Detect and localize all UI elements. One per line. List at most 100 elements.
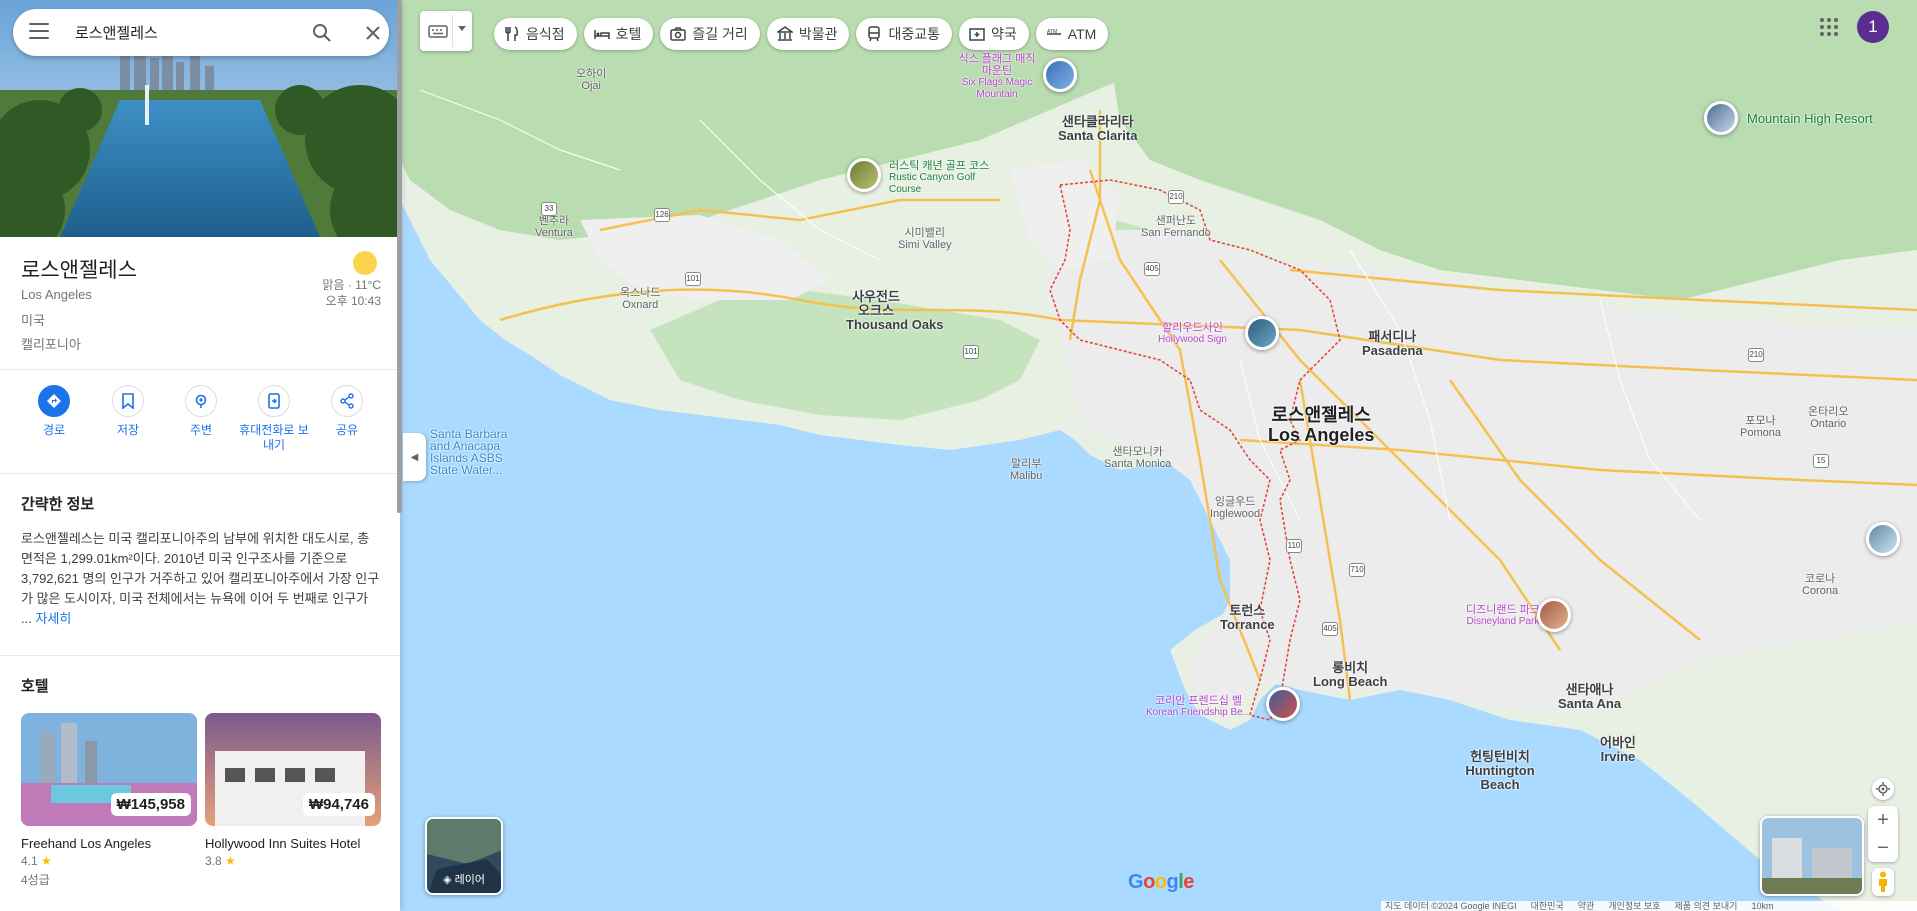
- category-chips: 음식점 호텔 즐길 거리 박물관 대중교통 약국 ATM ATM: [494, 18, 1109, 50]
- nearby-icon: [185, 385, 217, 417]
- keyboard-icon[interactable]: [428, 21, 448, 41]
- street-view-thumbnail[interactable]: [1760, 816, 1864, 896]
- place-country: 미국: [21, 313, 45, 328]
- layers-label: ◈ 레이어: [443, 874, 485, 886]
- edge-photo-pin[interactable]: [1866, 522, 1900, 556]
- route-shield: 126: [654, 208, 670, 222]
- divider: [0, 655, 400, 656]
- share-icon: [331, 385, 363, 417]
- map-label-huntington-beach[interactable]: 헌팅턴비치 Huntington Beach: [1460, 750, 1540, 792]
- chevron-down-icon[interactable]: [458, 26, 466, 31]
- museum-icon: [775, 26, 795, 42]
- route-shield: 710: [1349, 563, 1365, 577]
- map-label-ventura[interactable]: 벤추라 Ventura: [535, 215, 573, 239]
- map-label-pasadena[interactable]: 패서디나 Pasadena: [1362, 330, 1423, 358]
- map-label-pomona[interactable]: 포모나 Pomona: [1740, 415, 1781, 439]
- nearby-button[interactable]: 주변: [164, 385, 238, 438]
- disneyland-photo-pin[interactable]: [1537, 598, 1571, 632]
- route-shield: 405: [1322, 622, 1338, 636]
- map-label-torrance[interactable]: 토런스 Torrance: [1220, 604, 1275, 632]
- transit-icon: [866, 26, 882, 42]
- map-label-ojai[interactable]: 오하이 Ojai: [576, 68, 606, 92]
- poi-disneyland[interactable]: 디즈니랜드 파크 Disneyland Park: [1466, 604, 1540, 628]
- map-label-irvine[interactable]: 어바인 Irvine: [1600, 736, 1636, 764]
- directions-icon: [38, 385, 70, 417]
- map-label-inglewood[interactable]: 잉글우드 Inglewood: [1210, 496, 1260, 520]
- star-icon: ★: [41, 854, 52, 868]
- poi-six-flags[interactable]: 식스 플래그 매직 마운틴 Six Flags Magic Mountain: [952, 53, 1042, 101]
- map-label-simi-valley[interactable]: 시미밸리 Simi Valley: [898, 227, 952, 251]
- poi-rustic-canyon[interactable]: 러스틱 캐년 골프 코스 Rustic Canyon Golf Course: [889, 160, 989, 196]
- map-label-malibu[interactable]: 말리부 Malibu: [1010, 458, 1042, 482]
- hotel-card[interactable]: ₩94,746 Hollywood Inn Suites Hotel 3.8 ★: [205, 713, 381, 868]
- map-label-ontario[interactable]: 온타리오 Ontario: [1808, 406, 1848, 430]
- chip-label: 음식점: [526, 26, 565, 42]
- chip-things-to-do[interactable]: 즐길 거리: [660, 18, 760, 50]
- google-logo: Google: [1128, 871, 1194, 893]
- mountain-high-photo-pin[interactable]: [1704, 101, 1738, 135]
- weather-info: 맑음 · 11°C 오후 10:43: [322, 277, 381, 309]
- send-to-phone-button[interactable]: 휴대전화로 보내기: [237, 385, 311, 453]
- chip-label: ATM: [1067, 26, 1097, 42]
- layers-icon: ◈: [443, 874, 452, 886]
- search-input[interactable]: [75, 21, 275, 43]
- chip-pharmacies[interactable]: 약국: [959, 18, 1029, 50]
- directions-button[interactable]: 경로: [17, 385, 91, 438]
- korean-bell-photo-pin[interactable]: [1266, 687, 1300, 721]
- save-button[interactable]: 저장: [91, 385, 165, 438]
- hotel-rating: 3.8 ★: [205, 854, 236, 868]
- map-label-thousand-oaks[interactable]: 사우전드 오크스 Thousand Oaks: [846, 290, 944, 332]
- sidebar-scrollbar[interactable]: [397, 0, 402, 513]
- pegman-button[interactable]: [1872, 868, 1894, 896]
- rustic-canyon-photo-pin[interactable]: [847, 158, 881, 192]
- map-label-san-fernando[interactable]: 샌퍼난도 San Fernando: [1141, 215, 1211, 239]
- route-shield: 15: [1813, 454, 1829, 468]
- route-shield: 101: [963, 345, 979, 359]
- privacy-link[interactable]: 개인정보 보호: [1608, 901, 1660, 911]
- zoom-in-button[interactable]: +: [1868, 806, 1898, 834]
- close-icon[interactable]: [362, 22, 384, 44]
- hollywood-sign-photo-pin[interactable]: [1245, 316, 1279, 350]
- map-label-santa-clarita[interactable]: 샌타클라리타 Santa Clarita: [1058, 115, 1137, 143]
- apps-grid-icon[interactable]: [1817, 15, 1841, 39]
- map-label-oxnard[interactable]: 옥스나드 Oxnard: [620, 287, 660, 311]
- chip-transit[interactable]: 대중교통: [856, 18, 952, 50]
- share-label: 공유: [335, 423, 359, 437]
- place-name-en: Los Angeles: [21, 287, 92, 302]
- search-box: [13, 9, 389, 56]
- layers-button[interactable]: ◈ 레이어: [425, 817, 503, 895]
- region-link[interactable]: 대한민국: [1531, 901, 1564, 911]
- map-label-long-beach[interactable]: 롱비치 Long Beach: [1313, 661, 1387, 689]
- account-avatar[interactable]: 1: [1857, 11, 1889, 43]
- scale-bar[interactable]: 10km: [1751, 901, 1773, 911]
- zoom-out-button[interactable]: −: [1868, 834, 1898, 862]
- chip-atm[interactable]: ATM ATM: [1035, 18, 1109, 50]
- chip-museums[interactable]: 박물관: [766, 18, 850, 50]
- share-button[interactable]: 공유: [310, 385, 384, 438]
- poi-hollywood-sign[interactable]: 할리우드사인 Hollywood Sign: [1158, 322, 1227, 346]
- map-footer: 지도 데이터 ©2024 Google INEGI 대한민국 약관 개인정보 보…: [1381, 901, 1917, 911]
- six-flags-photo-pin[interactable]: [1043, 58, 1077, 92]
- poi-korean-bell[interactable]: 코리안 프렌드십 벨 Korean Friendship Be...: [1146, 695, 1251, 719]
- terms-link[interactable]: 약관: [1578, 901, 1595, 911]
- place-title: 로스앤젤레스: [21, 259, 137, 282]
- save-label: 저장: [116, 423, 140, 437]
- about-more-link[interactable]: 자세히: [35, 611, 71, 626]
- chip-restaurants[interactable]: 음식점: [494, 18, 577, 50]
- chip-label: 대중교통: [888, 26, 940, 42]
- map-label-santa-ana[interactable]: 샌타애나 Santa Ana: [1558, 683, 1621, 711]
- hotel-card[interactable]: ₩145,958 Freehand Los Angeles 4.1 ★ 4성급: [21, 713, 197, 888]
- collapse-panel-button[interactable]: ◀: [403, 433, 426, 481]
- my-location-button[interactable]: [1872, 778, 1894, 800]
- feedback-link[interactable]: 제품 의견 보내기: [1674, 901, 1737, 911]
- map-label-la[interactable]: 로스앤젤레스 Los Angeles: [1268, 405, 1374, 445]
- chip-hotels[interactable]: 호텔: [583, 18, 654, 50]
- hotel-photo: ₩145,958: [21, 713, 197, 826]
- map-label-corona[interactable]: 코로나 Corona: [1802, 573, 1838, 597]
- menu-icon[interactable]: [29, 23, 49, 41]
- map-label-channel-islands[interactable]: Santa Barbara and Anacapa Islands ASBS S…: [430, 428, 520, 476]
- map-label-santa-monica[interactable]: 샌타모니카 Santa Monica: [1104, 446, 1171, 470]
- hotel-name: Hollywood Inn Suites Hotel: [205, 836, 361, 851]
- poi-mountain-high[interactable]: Mountain High Resort: [1747, 112, 1873, 125]
- search-icon[interactable]: [311, 22, 333, 44]
